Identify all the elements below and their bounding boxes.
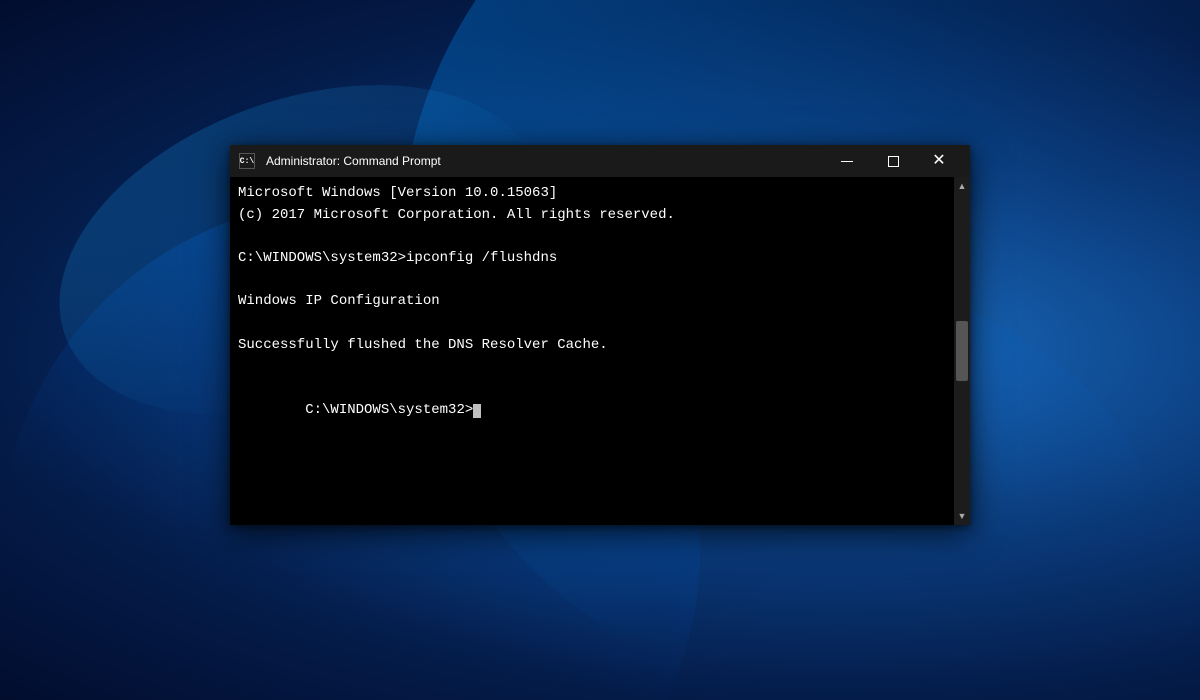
cmd-empty-1 — [238, 226, 946, 248]
cmd-line-10: C:\WINDOWS\system32> — [238, 378, 946, 443]
cmd-content[interactable]: Microsoft Windows [Version 10.0.15063] (… — [230, 177, 954, 525]
cmd-window: C:\ Administrator: Command Prompt ✕ Micr… — [230, 145, 970, 525]
minimize-icon — [841, 161, 853, 162]
cmd-line-2: (c) 2017 Microsoft Corporation. All righ… — [238, 205, 946, 227]
cmd-empty-2 — [238, 270, 946, 292]
scrollbar-down-arrow[interactable]: ▼ — [955, 509, 969, 523]
cmd-empty-4 — [238, 357, 946, 379]
close-button[interactable]: ✕ — [916, 145, 962, 177]
maximize-button[interactable] — [870, 145, 916, 177]
minimize-button[interactable] — [824, 145, 870, 177]
maximize-icon — [888, 156, 899, 167]
cmd-scrollbar[interactable]: ▲ ▼ — [954, 177, 970, 525]
cmd-line-1: Microsoft Windows [Version 10.0.15063] — [238, 183, 946, 205]
cmd-line-4: C:\WINDOWS\system32>ipconfig /flushdns — [238, 248, 946, 270]
scrollbar-up-arrow[interactable]: ▲ — [955, 179, 969, 193]
cmd-line-6: Windows IP Configuration — [238, 291, 946, 313]
cmd-title: Administrator: Command Prompt — [266, 154, 818, 168]
cmd-empty-3 — [238, 313, 946, 335]
cmd-cursor — [473, 404, 481, 418]
cmd-titlebar: C:\ Administrator: Command Prompt ✕ — [230, 145, 970, 177]
cmd-body: Microsoft Windows [Version 10.0.15063] (… — [230, 177, 970, 525]
cmd-app-icon: C:\ — [238, 152, 256, 170]
scrollbar-thumb[interactable] — [956, 321, 968, 381]
cmd-window-controls: ✕ — [824, 145, 962, 177]
cmd-line-8: Successfully flushed the DNS Resolver Ca… — [238, 335, 946, 357]
close-icon: ✕ — [932, 153, 945, 169]
